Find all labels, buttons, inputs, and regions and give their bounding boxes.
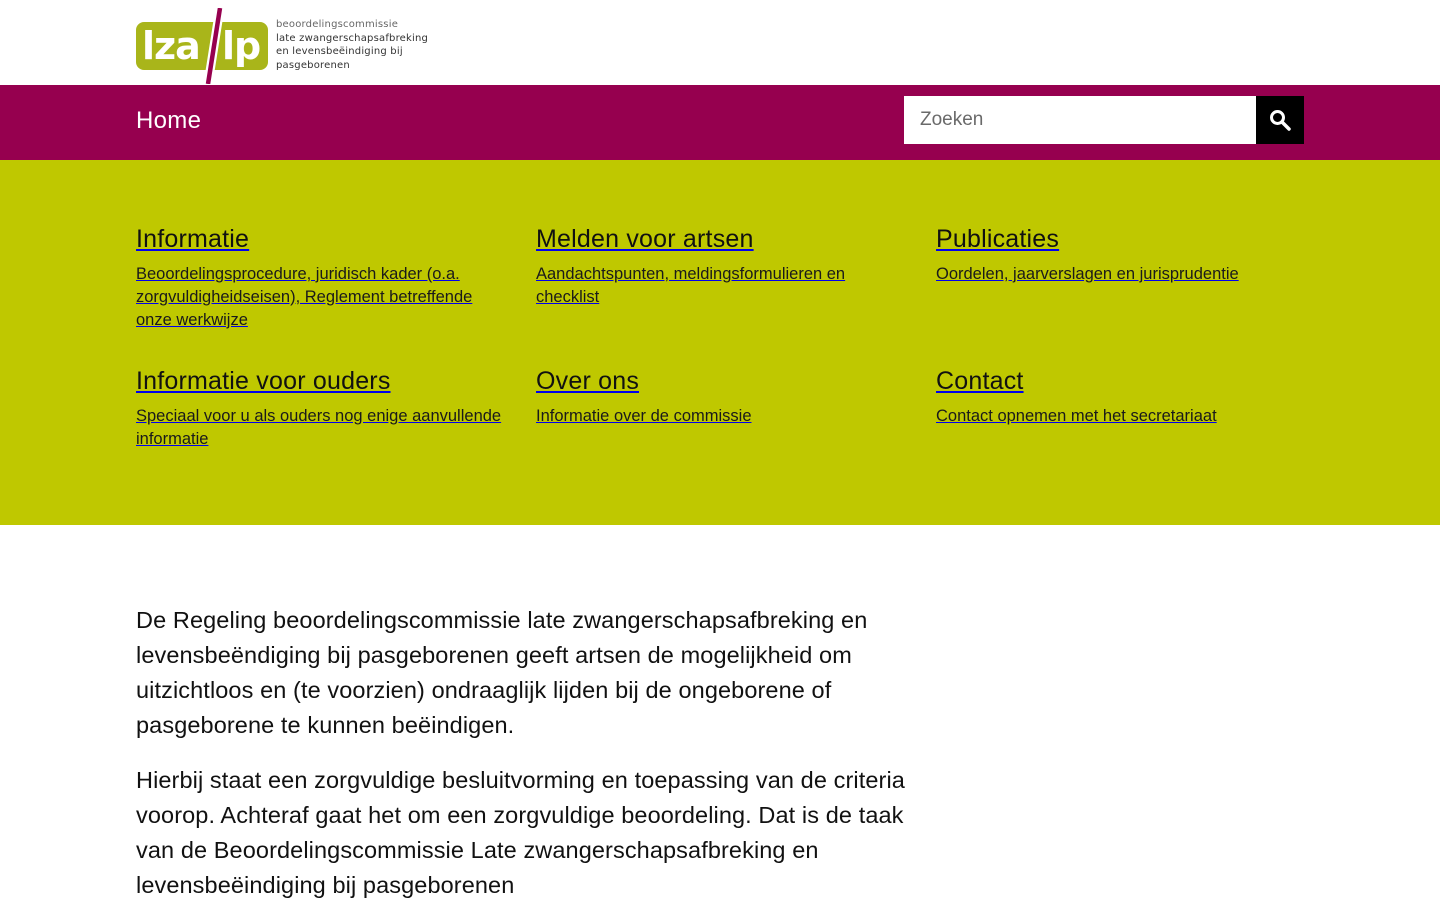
menu-item-title: Over ons <box>536 367 640 395</box>
search-icon <box>1270 110 1291 131</box>
menu-item-informatie[interactable]: Informatie Beoordelingsprocedure, juridi… <box>136 224 504 332</box>
menu-item-over-ons[interactable]: Over ons Informatie over de commissie <box>536 366 904 428</box>
menu-item-title: Melden voor artsen <box>536 225 754 253</box>
search-form <box>904 96 1304 144</box>
menu-item-melden-voor-artsen[interactable]: Melden voor artsen Aandachtspunten, meld… <box>536 224 904 309</box>
menu-item-description: Beoordelingsprocedure, juridisch kader (… <box>136 265 473 329</box>
menu-panel: Informatie Beoordelingsprocedure, juridi… <box>0 160 1440 525</box>
site-logo[interactable]: lza lp beoordelingscommissie late zwange… <box>136 8 446 84</box>
menu-item-description: Aandachtspunten, meldingsformulieren en … <box>536 265 846 306</box>
logo-text: beoordelingscommissie late zwangerschaps… <box>276 18 428 72</box>
site-header: lza lp beoordelingscommissie late zwange… <box>0 0 1440 85</box>
svg-text:lza: lza <box>142 24 200 68</box>
menu-item-title: Informatie <box>136 225 250 253</box>
menu-item-description: Speciaal voor u als ouders nog enige aan… <box>136 407 502 448</box>
main-navbar: Home <box>0 85 1440 160</box>
search-input[interactable] <box>904 96 1256 144</box>
menu-item-description: Oordelen, jaarverslagen en jurisprudenti… <box>936 265 1239 283</box>
menu-item-publicaties[interactable]: Publicaties Oordelen, jaarverslagen en j… <box>936 224 1304 286</box>
menu-item-title: Publicaties <box>936 225 1060 253</box>
logo-line-2: late zwangerschapsafbreking <box>276 32 429 44</box>
intro-paragraph-2: Hierbij staat een zorgvuldige besluitvor… <box>136 767 905 898</box>
menu-item-informatie-voor-ouders[interactable]: Informatie voor ouders Speciaal voor u a… <box>136 366 504 451</box>
menu-item-contact[interactable]: Contact Contact opnemen met het secretar… <box>936 366 1304 428</box>
intro-content: De Regeling beoordelingscommissie late z… <box>136 603 916 900</box>
menu-item-description: Informatie over de commissie <box>536 407 752 425</box>
logo-line-3: en levensbeëindiging bij <box>276 46 403 57</box>
menu-item-title: Informatie voor ouders <box>136 367 391 395</box>
nav-home-link[interactable]: Home <box>136 107 201 135</box>
logo-line-1: beoordelingscommissie <box>276 19 399 30</box>
intro-paragraph-1: De Regeling beoordelingscommissie late z… <box>136 607 868 738</box>
logo-line-4: pasgeborenen <box>276 59 350 71</box>
menu-item-title: Contact <box>936 367 1024 395</box>
search-button[interactable] <box>1256 96 1304 144</box>
svg-text:lp: lp <box>222 24 260 68</box>
logo-mark: lza lp <box>136 8 270 84</box>
menu-item-description: Contact opnemen met het secretariaat <box>936 407 1217 425</box>
